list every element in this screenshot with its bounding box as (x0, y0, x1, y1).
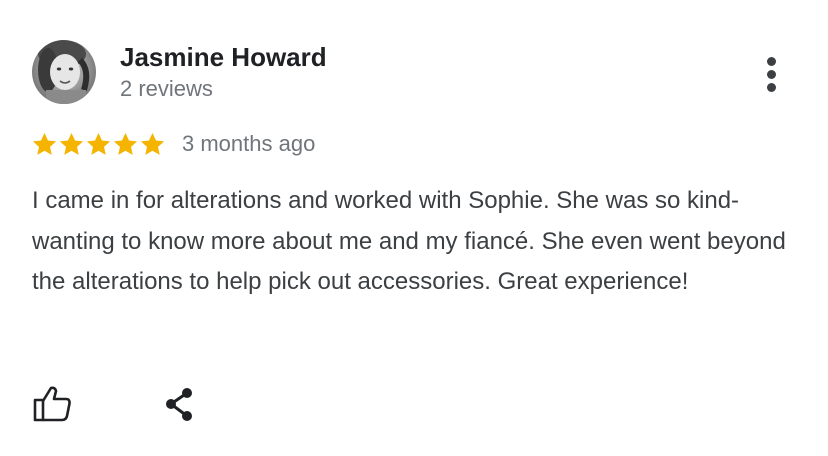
star-icon (59, 132, 84, 155)
avatar[interactable] (32, 40, 96, 104)
more-options-button[interactable] (756, 54, 788, 94)
star-icon (86, 132, 111, 155)
star-rating: 3 months ago (31, 128, 315, 160)
star-icon (140, 132, 165, 155)
share-icon (166, 388, 192, 421)
share-button[interactable] (160, 384, 200, 424)
like-button[interactable] (30, 384, 74, 424)
more-vert-icon-dot (767, 70, 776, 79)
more-vert-icon (767, 57, 776, 66)
star-icon (113, 132, 138, 155)
star-icon (32, 132, 57, 155)
review-text: I came in for alterations and worked wit… (32, 187, 786, 295)
review-time: 3 months ago (182, 131, 316, 156)
author-name[interactable]: Jasmine Howard (120, 41, 327, 73)
author-review-count: 2 reviews (120, 76, 213, 101)
user-photo-avatar-icon (32, 40, 96, 104)
stars (31, 131, 166, 158)
thumbs-up-icon (33, 386, 71, 422)
more-vert-icon-dot (767, 83, 776, 92)
